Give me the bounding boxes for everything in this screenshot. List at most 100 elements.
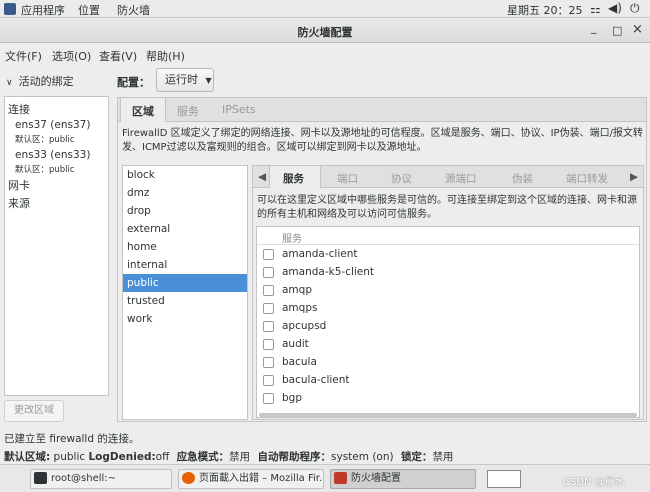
config-value: 运行时: [165, 73, 198, 86]
menubar: 文件(F) 选项(O) 查看(V) 帮助(H): [0, 44, 650, 66]
service-checkbox[interactable]: [263, 339, 274, 350]
log-denied-label: LogDenied:: [88, 451, 156, 463]
menu-options[interactable]: 选项(O): [52, 48, 91, 64]
change-zone-button[interactable]: 更改区域: [4, 400, 64, 422]
volume-icon[interactable]: ◀): [608, 1, 622, 15]
tab-zone-services[interactable]: 服务: [283, 171, 304, 186]
panic-value: 禁用: [229, 451, 251, 463]
tab-zone-port-forward[interactable]: 端口转发: [566, 171, 608, 186]
firefox-icon: [182, 472, 195, 484]
maximize-icon[interactable]: □: [612, 24, 622, 37]
services-list: 服务 amanda-client amanda-k5-client amqp a…: [256, 226, 640, 418]
bindings-list: 连接 ens37 (ens37) 默认区：public ens33 (ens33…: [4, 96, 109, 396]
applications-menu[interactable]: 应用程序: [21, 2, 65, 18]
service-row: bgp: [257, 390, 639, 408]
service-row: amanda-client: [257, 246, 639, 264]
power-icon[interactable]: ⏻: [630, 1, 640, 16]
service-checkbox[interactable]: [263, 267, 274, 278]
network-icon[interactable]: ⚏: [590, 2, 601, 16]
tab-zones[interactable]: 区域: [132, 103, 154, 119]
top-panel: 应用程序 位置 防火墙 星期五 20：25 ⚏ ◀) ⏻: [0, 0, 650, 18]
zone-item[interactable]: external: [123, 220, 247, 238]
service-name: apcupsd: [282, 320, 327, 332]
places-menu[interactable]: 位置: [78, 2, 100, 18]
taskbar-firewall-label: 防火墙配置: [351, 473, 401, 484]
service-name: amanda-k5-client: [282, 266, 375, 278]
connection-ens33[interactable]: ens33 (ens33): [15, 149, 90, 161]
workspace-switcher[interactable]: [487, 470, 521, 488]
services-description: 可以在这里定义区域中哪些服务是可信的。可连接至绑定到这个区域的连接、网卡和源的所…: [257, 195, 637, 220]
taskbar-firewall[interactable]: 防火墙配置: [330, 469, 476, 489]
helper-value: system (on): [331, 451, 394, 463]
services-column-header[interactable]: 服务: [257, 227, 639, 245]
dropdown-arrow-icon: ▼: [205, 76, 212, 85]
service-row: audit: [257, 336, 639, 354]
service-row: amqp: [257, 282, 639, 300]
connection-ens37[interactable]: ens37 (ens37): [15, 119, 90, 131]
tab-services[interactable]: 服务: [177, 103, 199, 119]
service-name: bacula-client: [282, 374, 350, 386]
zone-item[interactable]: home: [123, 238, 247, 256]
zone-item[interactable]: internal: [123, 256, 247, 274]
connection-ens33-zone: 默认区：public: [15, 165, 75, 175]
tab-ipsets[interactable]: IPSets: [222, 103, 256, 116]
menu-file[interactable]: 文件(F): [5, 48, 42, 64]
connection-ens37-zone: 默认区：public: [15, 135, 75, 145]
services-header-label: 服务: [282, 234, 302, 245]
service-checkbox[interactable]: [263, 303, 274, 314]
zone-item[interactable]: trusted: [123, 292, 247, 310]
zone-item[interactable]: drop: [123, 202, 247, 220]
menu-help[interactable]: 帮助(H): [146, 48, 185, 64]
service-checkbox[interactable]: [263, 321, 274, 332]
service-checkbox[interactable]: [263, 249, 274, 260]
apps-menu-icon: [4, 3, 16, 15]
tabs-scroll-right-icon[interactable]: ▶: [630, 171, 638, 183]
lockdown-value: 禁用: [432, 451, 454, 463]
main-tabs: 区域 服务 IPSets: [118, 98, 646, 122]
service-name: bgp: [282, 392, 302, 404]
sources-header: 来源: [8, 197, 30, 210]
terminal-icon: [34, 472, 47, 484]
service-row: apcupsd: [257, 318, 639, 336]
active-bindings-toggle[interactable]: ∨ 活动的绑定: [6, 73, 74, 89]
service-checkbox[interactable]: [263, 285, 274, 296]
window-titlebar[interactable]: 防火墙配置 _ □ ×: [0, 19, 650, 43]
minimize-icon[interactable]: _: [591, 21, 597, 34]
config-dropdown[interactable]: 运行时 ▼: [156, 68, 214, 92]
taskbar-terminal-label: root@shell:~: [51, 473, 117, 484]
zone-item[interactable]: dmz: [123, 184, 247, 202]
service-row: bacula-client: [257, 372, 639, 390]
chevron-down-icon: ∨: [6, 78, 13, 88]
close-icon[interactable]: ×: [632, 22, 643, 37]
clock[interactable]: 星期五 20：25: [507, 2, 583, 18]
service-checkbox[interactable]: [263, 393, 274, 404]
service-name: bacula: [282, 356, 317, 368]
connections-header: 连接: [8, 103, 30, 116]
tab-zone-protocols[interactable]: 协议: [391, 171, 412, 186]
tabs-scroll-left-icon[interactable]: ◀: [258, 171, 266, 183]
taskbar: root@shell:~ 页面載入出錯 – Mozilla Fir... 防火墙…: [0, 464, 650, 492]
service-checkbox[interactable]: [263, 375, 274, 386]
zone-item[interactable]: work: [123, 310, 247, 328]
default-zone-value: public: [53, 451, 86, 463]
tab-zone-source-ports[interactable]: 源端口: [445, 171, 477, 186]
taskbar-firefox[interactable]: 页面載入出錯 – Mozilla Fir...: [178, 469, 324, 489]
tab-zone-ports[interactable]: 端口: [337, 171, 358, 186]
taskbar-terminal[interactable]: root@shell:~: [30, 469, 172, 489]
helper-label: 自动帮助程序：: [257, 451, 332, 463]
log-denied-value: off: [155, 451, 170, 463]
service-row: amqps: [257, 300, 639, 318]
watermark: CSDN @晨水: [563, 477, 625, 488]
connection-status: 已建立至 firewalld 的连接。: [4, 433, 140, 445]
service-row: bacula: [257, 354, 639, 372]
zone-item-selected[interactable]: public: [123, 274, 247, 292]
service-name: amqps: [282, 302, 318, 314]
tab-zone-masquerade[interactable]: 伪装: [512, 171, 533, 186]
firewall-app-menu[interactable]: 防火墙: [117, 2, 150, 18]
service-checkbox[interactable]: [263, 357, 274, 368]
taskbar-firefox-label: 页面載入出錯 – Mozilla Fir...: [199, 473, 324, 484]
zone-description: FirewallD 区域定义了绑定的网络连接、网卡以及源地址的可信程度。区域是服…: [122, 128, 643, 153]
list-scrollbar[interactable]: [259, 413, 637, 417]
zone-item[interactable]: block: [123, 166, 247, 184]
menu-view[interactable]: 查看(V): [99, 48, 137, 64]
